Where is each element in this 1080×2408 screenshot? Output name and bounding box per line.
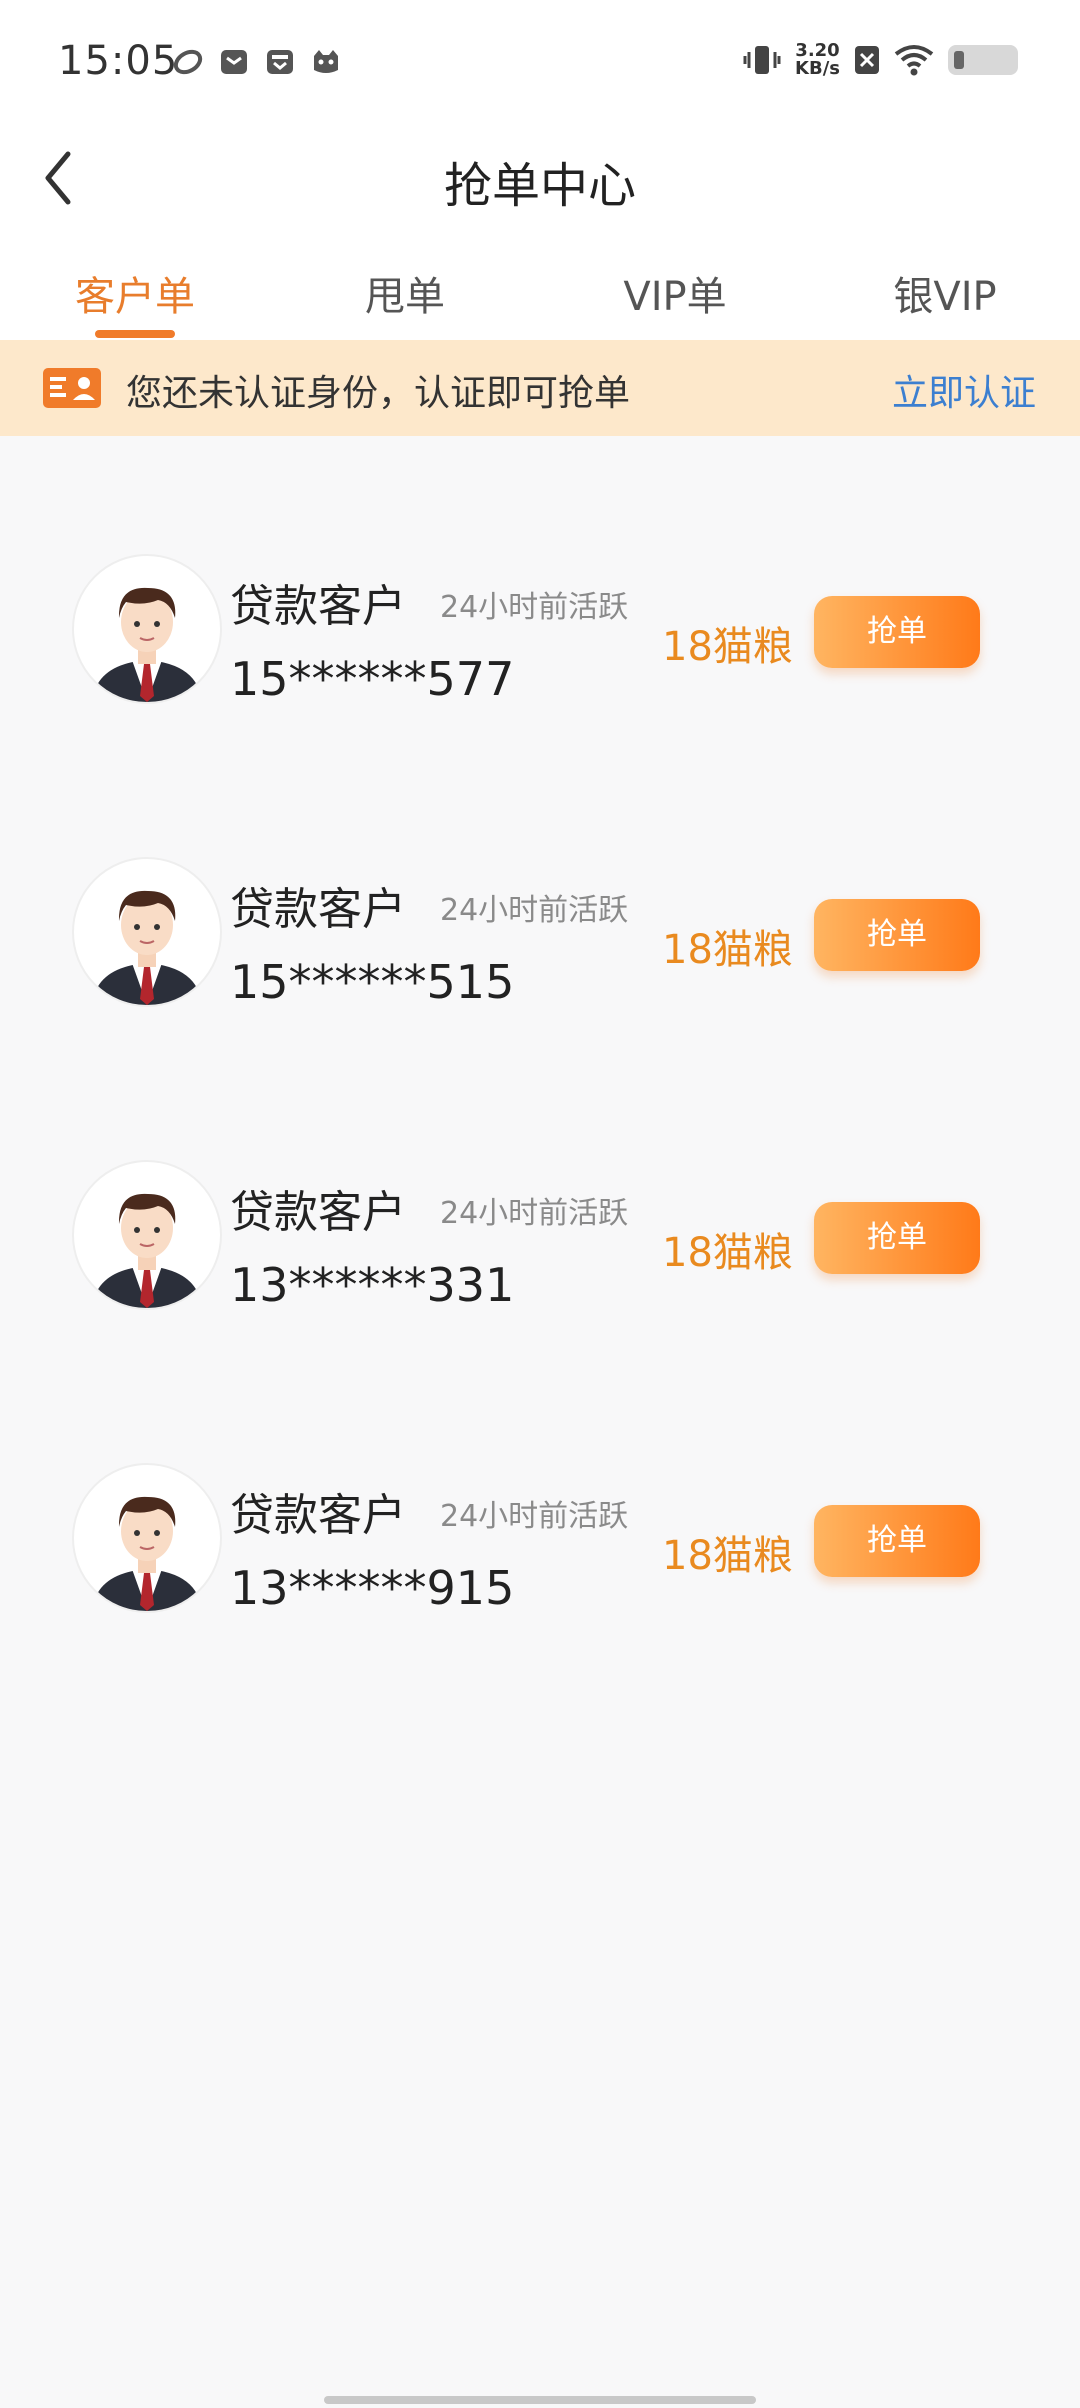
tab-bar: 客户单 甩单 VIP单 银VIP (0, 238, 1080, 340)
customer-phone: 15******515 (230, 955, 515, 1009)
active-time: 24小时前活跃 (440, 893, 629, 928)
home-indicator[interactable] (324, 2396, 756, 2404)
order-card: 贷款客户 24小时前活跃 13******331 18猫粮 抢单 (0, 1042, 1080, 1342)
grab-order-button[interactable]: 抢单 (814, 899, 980, 971)
grab-order-button[interactable]: 抢单 (814, 1202, 980, 1274)
net-speed-unit: KB/s (795, 58, 840, 79)
status-right-icons: 3.20 KB/s (743, 42, 1018, 78)
app-icon-2 (221, 50, 247, 74)
order-card: 贷款客户 24小时前活跃 15******577 18猫粮 抢单 (0, 436, 1080, 736)
businessman-avatar-icon (92, 1193, 202, 1308)
battery-icon (948, 45, 1018, 75)
order-card: 贷款客户 24小时前活跃 15******515 18猫粮 抢单 (0, 739, 1080, 1039)
order-card: 贷款客户 24小时前活跃 13******915 18猫粮 抢单 (0, 1345, 1080, 1645)
customer-phone: 15******577 (230, 652, 515, 706)
net-speed: 3.20 KB/s (795, 42, 840, 78)
tab-vip-orders[interactable]: VIP单 (575, 264, 775, 322)
nav-bar: 抢单中心 (0, 128, 1080, 238)
vibrate-icon (743, 46, 781, 74)
avatar (72, 857, 222, 1007)
no-sim-icon (855, 46, 879, 74)
customer-name: 贷款客户 (230, 581, 406, 632)
app-icon-1 (173, 49, 203, 75)
avatar (72, 1160, 222, 1310)
tab-active-indicator (95, 330, 175, 338)
avatar (72, 554, 222, 704)
order-price: 18猫粮 (662, 1230, 793, 1276)
customer-phone: 13******915 (230, 1561, 515, 1615)
grab-order-button[interactable]: 抢单 (814, 1505, 980, 1577)
notice-text: 您还未认证身份，认证即可抢单 (126, 373, 631, 414)
tab-customer-orders[interactable]: 客户单 (35, 264, 235, 322)
order-price: 18猫粮 (662, 1533, 793, 1579)
status-bar: 15:05 3.20 KB/s (0, 0, 1080, 128)
order-price: 18猫粮 (662, 624, 793, 670)
avatar (72, 1463, 222, 1613)
active-time: 24小时前活跃 (440, 1499, 629, 1534)
customer-name: 贷款客户 (230, 1187, 406, 1238)
active-time: 24小时前活跃 (440, 1196, 629, 1231)
grab-order-button[interactable]: 抢单 (814, 596, 980, 668)
status-left-icons (172, 46, 342, 78)
verify-now-link[interactable]: 立即认证 (892, 364, 1036, 416)
id-card-icon (43, 368, 101, 408)
customer-name: 贷款客户 (230, 1490, 406, 1541)
businessman-avatar-icon (92, 1496, 202, 1611)
active-time: 24小时前活跃 (440, 590, 629, 625)
page-title: 抢单中心 (443, 158, 636, 214)
businessman-avatar-icon (92, 587, 202, 702)
tab-silver-vip[interactable]: 银VIP (845, 264, 1045, 322)
customer-phone: 13******331 (230, 1258, 515, 1312)
order-price: 18猫粮 (662, 927, 793, 973)
customer-name: 贷款客户 (230, 884, 406, 935)
tab-dump-orders[interactable]: 甩单 (305, 264, 505, 322)
app-icon-4 (314, 50, 338, 73)
verification-notice: 您还未认证身份，认证即可抢单 立即认证 (0, 340, 1080, 436)
app-icon-3 (267, 50, 293, 74)
businessman-avatar-icon (92, 890, 202, 1005)
wifi-icon (894, 45, 934, 76)
status-time: 15:05 (58, 38, 179, 84)
